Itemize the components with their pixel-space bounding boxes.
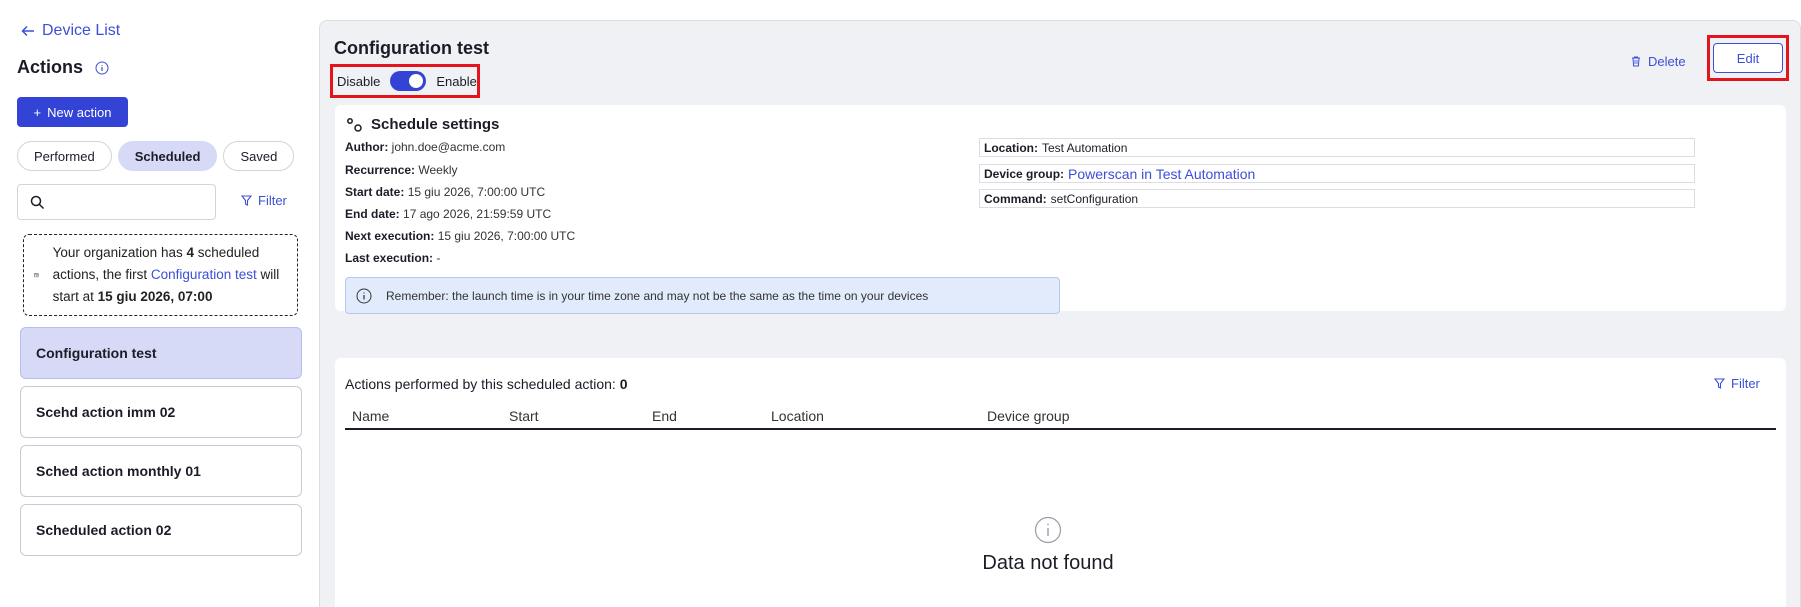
history-filter-button[interactable]: Filter	[1714, 376, 1760, 391]
toggle-knob	[409, 74, 424, 88]
schedule-notice: Your organization has 4 scheduled action…	[23, 234, 298, 316]
actions-title: Actions	[17, 57, 84, 77]
info-circle-icon	[356, 288, 372, 303]
filter-button[interactable]: Filter	[241, 193, 287, 208]
recurrence-row: Recurrence: Weekly	[345, 163, 458, 177]
author-value: john.doe@acme.com	[391, 140, 506, 154]
next-execution-label: Next execution:	[345, 229, 435, 243]
start-date-value: 15 giu 2026, 7:00:00 UTC	[407, 185, 546, 199]
edit-button[interactable]: Edit	[1713, 43, 1783, 73]
device-group-field: Device group: Powerscan in Test Automatio…	[979, 164, 1695, 183]
disable-label: Disable	[337, 73, 381, 89]
location-value: Test Automation	[1042, 140, 1128, 155]
list-item[interactable]: Scehd action imm 02	[20, 386, 302, 438]
next-execution-row: Next execution: 15 giu 2026, 7:00:00 UTC	[345, 229, 575, 243]
plus-icon: +	[33, 104, 42, 120]
last-execution-row: Last execution: -	[345, 251, 440, 265]
search-icon	[30, 195, 45, 209]
list-item[interactable]: Scheduled action 02	[20, 504, 302, 556]
location-field: Location: Test Automation	[979, 138, 1695, 157]
device-group-link[interactable]: Powerscan in Test Automation	[1068, 166, 1255, 182]
start-date-label: Start date:	[345, 185, 405, 199]
column-header-device-group[interactable]: Device group	[987, 408, 1070, 424]
tab-saved[interactable]: Saved	[223, 141, 295, 171]
filter-label: Filter	[258, 193, 287, 208]
delete-label: Delete	[1648, 54, 1686, 69]
notice-prefix: Your organization has	[52, 245, 187, 260]
action-detail-panel: Configuration test Disable Enable Delete…	[319, 20, 1801, 607]
tab-scheduled[interactable]: Scheduled	[117, 141, 218, 171]
device-group-label: Device group:	[984, 166, 1065, 181]
recurrence-label: Recurrence:	[345, 163, 416, 177]
command-label: Command:	[984, 191, 1047, 206]
column-header-name[interactable]: Name	[352, 408, 389, 424]
command-value: setConfiguration	[1050, 191, 1139, 206]
trash-icon	[1632, 56, 1640, 67]
filter-icon	[241, 195, 252, 206]
timezone-reminder: Remember: the launch time is in your tim…	[345, 277, 1060, 314]
filter-icon	[1714, 378, 1725, 389]
back-to-device-list-link[interactable]: Device List	[20, 22, 120, 40]
notice-action-link[interactable]: Configuration test	[151, 267, 257, 282]
edit-highlight: Edit	[1707, 35, 1789, 81]
action-tabs: Performed Scheduled Saved	[17, 141, 295, 171]
arrow-left-icon	[21, 25, 34, 37]
author-label: Author:	[345, 140, 389, 154]
command-field: Command: setConfiguration	[979, 189, 1695, 208]
start-date-row: Start date: 15 giu 2026, 7:00:00 UTC	[345, 185, 545, 199]
new-action-button[interactable]: + New action	[17, 97, 128, 127]
notice-count: 4	[186, 245, 194, 260]
calendar-icon	[34, 273, 39, 278]
end-date-value: 17 ago 2026, 21:59:59 UTC	[403, 207, 552, 221]
actions-heading: Actions	[17, 57, 109, 78]
performed-actions-title: Actions performed by this scheduled acti…	[345, 376, 628, 392]
performed-actions-card: Actions performed by this scheduled acti…	[335, 358, 1786, 607]
next-execution-value: 15 giu 2026, 7:00:00 UTC	[437, 229, 576, 243]
enable-toggle-group: Disable Enable	[330, 64, 480, 98]
new-action-label: New action	[47, 104, 112, 120]
list-item[interactable]: Sched action monthly 01	[20, 445, 302, 497]
schedule-settings-header: Schedule settings	[346, 116, 499, 133]
recurrence-value: Weekly	[418, 163, 458, 177]
column-header-location[interactable]: Location	[771, 408, 824, 424]
performed-actions-count: 0	[619, 376, 628, 392]
last-execution-label: Last execution:	[345, 251, 434, 265]
empty-state-text: Data not found	[982, 552, 1114, 574]
reminder-text: Remember: the launch time is in your tim…	[386, 288, 929, 303]
end-date-row: End date: 17 ago 2026, 21:59:59 UTC	[345, 207, 551, 221]
back-link-label: Device List	[42, 22, 121, 39]
enable-label: Enable	[436, 73, 477, 89]
column-header-end[interactable]: End	[652, 408, 677, 424]
sidebar: Device List Actions + New action Perform…	[17, 0, 305, 607]
author-row: Author: john.doe@acme.com	[345, 140, 505, 154]
location-label: Location:	[984, 140, 1038, 155]
history-filter-label: Filter	[1731, 376, 1760, 391]
info-icon[interactable]	[95, 61, 109, 75]
notice-text: Your organization has 4 scheduled action…	[53, 242, 283, 308]
info-circle-icon	[1034, 516, 1062, 544]
schedule-settings-card: Schedule settings Author: john.doe@acme.…	[335, 105, 1786, 314]
tab-performed[interactable]: Performed	[17, 141, 112, 171]
schedule-settings-title: Schedule settings	[371, 116, 500, 133]
performed-actions-label: Actions performed by this scheduled acti…	[345, 376, 620, 392]
search-input[interactable]	[53, 194, 203, 210]
column-header-start[interactable]: Start	[509, 408, 539, 424]
end-date-label: End date:	[345, 207, 400, 221]
list-item[interactable]: Configuration test	[20, 327, 302, 379]
scheduled-action-list: Configuration test Scehd action imm 02 S…	[20, 327, 302, 563]
page-title: Configuration test	[334, 38, 489, 58]
delete-button[interactable]: Delete	[1631, 54, 1686, 69]
notice-datetime: 15 giu 2026, 07:00	[97, 289, 213, 304]
enable-toggle[interactable]	[390, 71, 427, 91]
table-header: Name Start End Location Device group	[345, 406, 1776, 430]
search-box	[17, 184, 216, 220]
last-execution-value: -	[436, 251, 441, 265]
settings-nodes-icon	[347, 117, 362, 132]
